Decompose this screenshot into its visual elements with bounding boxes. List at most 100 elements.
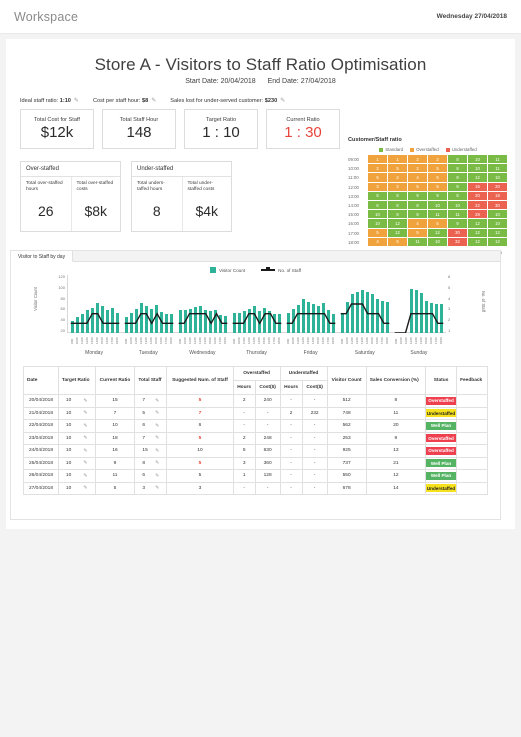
pencil-icon[interactable]: ✎ xyxy=(155,473,159,479)
chart-bar[interactable] xyxy=(105,309,110,333)
heatmap-cell[interactable]: 2 xyxy=(428,155,448,165)
chart-bar[interactable] xyxy=(286,313,291,333)
cell-total-staff[interactable]: 3 ✎ xyxy=(134,481,168,495)
cell-target-ratio[interactable]: 10 ✎ xyxy=(57,456,96,470)
heatmap-cell[interactable]: 5 xyxy=(388,237,408,247)
chart-bar[interactable] xyxy=(350,294,355,333)
chart-bar[interactable] xyxy=(385,301,390,333)
chart-bar[interactable] xyxy=(345,302,350,333)
heatmap-cell[interactable]: 5 xyxy=(368,173,388,183)
chart-bar[interactable] xyxy=(232,313,237,333)
heatmap-cell[interactable]: 1 xyxy=(388,155,408,165)
heatmap-cell[interactable]: 8 xyxy=(408,200,428,211)
heatmap-cell[interactable]: 10 xyxy=(488,173,508,183)
chart-bar[interactable] xyxy=(257,311,262,333)
heatmap-cell[interactable]: 12 xyxy=(488,237,508,247)
chart-bar[interactable] xyxy=(183,309,188,333)
heatmap-cell[interactable]: 11 xyxy=(448,210,468,220)
heatmap-cell[interactable]: 2 xyxy=(368,164,388,174)
chart-bar[interactable] xyxy=(321,303,326,333)
heatmap-cell[interactable]: 30 xyxy=(448,228,468,238)
heatmap-cell[interactable]: 4 xyxy=(408,173,428,183)
chart-bar[interactable] xyxy=(159,311,164,333)
heatmap-cell[interactable]: 12 xyxy=(468,173,488,183)
pencil-icon[interactable]: ✎ xyxy=(155,448,159,454)
heatmap-cell[interactable]: 12 xyxy=(388,228,408,238)
chart-bar[interactable] xyxy=(80,313,85,333)
heatmap-cell[interactable]: 8 xyxy=(368,191,388,201)
chart-bar[interactable] xyxy=(188,308,193,333)
cell-target-ratio[interactable]: 10 ✎ xyxy=(57,431,96,445)
chart-bar[interactable] xyxy=(306,301,311,333)
heatmap-cell[interactable]: 11 xyxy=(428,210,448,220)
heatmap-cell[interactable]: 8 xyxy=(388,210,408,220)
chart-bar[interactable] xyxy=(242,311,247,333)
chart-bar[interactable] xyxy=(262,308,267,333)
pencil-icon[interactable]: ✎ xyxy=(83,423,87,429)
pencil-icon[interactable]: ✎ xyxy=(280,97,285,104)
chart-bar[interactable] xyxy=(375,298,380,333)
pencil-icon[interactable]: ✎ xyxy=(155,423,159,429)
pencil-icon[interactable]: ✎ xyxy=(83,448,87,454)
heatmap-cell[interactable]: 22 xyxy=(468,200,488,211)
heatmap-cell[interactable]: 2 xyxy=(388,173,408,183)
heatmap-cell[interactable]: 12 xyxy=(468,237,488,247)
heatmap-cell[interactable]: 5 xyxy=(368,228,388,238)
heatmap-cell[interactable]: 2 xyxy=(408,164,428,174)
heatmap-cell[interactable]: 8 xyxy=(448,182,468,192)
heatmap-cell[interactable]: 10 xyxy=(368,219,388,229)
pencil-icon[interactable]: ✎ xyxy=(83,460,87,466)
chart-bar[interactable] xyxy=(370,294,375,333)
cell-feedback[interactable] xyxy=(456,469,488,483)
heatmap-cell[interactable]: 8 xyxy=(408,210,428,220)
chart-bar[interactable] xyxy=(291,308,296,333)
heatmap-cell[interactable]: 8 xyxy=(448,191,468,201)
heatmap-cell[interactable]: 4 xyxy=(368,237,388,247)
chart-bar[interactable] xyxy=(95,302,100,333)
chart-bar[interactable] xyxy=(365,291,370,333)
pencil-icon[interactable]: ✎ xyxy=(155,485,159,491)
heatmap-cell[interactable]: 9 xyxy=(428,191,448,201)
table-row[interactable]: 23/04/2018 10 ✎ 18 7 ✎ 5 2 248- -253 9 Overstaffed xyxy=(23,431,488,445)
chart-bar[interactable] xyxy=(144,306,149,333)
pencil-icon[interactable]: ✎ xyxy=(155,435,159,441)
chart-bar[interactable] xyxy=(178,310,183,333)
cell-target-ratio[interactable]: 10 ✎ xyxy=(57,394,96,408)
cell-feedback[interactable] xyxy=(456,444,488,458)
heatmap-cell[interactable]: 16 xyxy=(468,182,488,192)
heatmap-cell[interactable]: 8 xyxy=(448,173,468,183)
chart-bar[interactable] xyxy=(247,308,252,333)
cell-feedback[interactable] xyxy=(456,456,488,470)
chart-bar[interactable] xyxy=(252,305,257,333)
chart-bar[interactable] xyxy=(149,309,154,333)
heatmap-cell[interactable]: 12 xyxy=(428,228,448,238)
heatmap-cell[interactable]: 20 xyxy=(468,191,488,201)
cell-feedback[interactable] xyxy=(456,394,488,408)
heatmap-cell[interactable]: 10 xyxy=(368,210,388,220)
chart-bar[interactable] xyxy=(115,313,120,333)
chart-bar[interactable] xyxy=(237,313,242,333)
chart-bar[interactable] xyxy=(439,304,444,333)
heatmap-cell[interactable]: 11 xyxy=(488,155,508,165)
heatmap-cell[interactable]: 2 xyxy=(388,182,408,192)
heatmap-cell[interactable]: 12 xyxy=(468,228,488,238)
table-row[interactable]: 22/04/2018 10 ✎ 10 6 ✎ 6- - - -562 20 Well Plan xyxy=(23,419,488,433)
chart-bar[interactable] xyxy=(203,309,208,333)
heatmap-cell[interactable]: 5 xyxy=(428,164,448,174)
chart-bar[interactable] xyxy=(316,306,321,333)
pencil-icon[interactable]: ✎ xyxy=(74,97,79,104)
chart-bar[interactable] xyxy=(90,307,95,333)
cell-feedback[interactable] xyxy=(456,431,488,445)
table-row[interactable]: 25/04/2018 10 ✎ 9 8 ✎ 5 3 360- -737 21 Well Plan xyxy=(23,456,488,470)
heatmap-cell[interactable]: 11 xyxy=(408,237,428,247)
heatmap-cell[interactable]: 20 xyxy=(488,182,508,192)
chart-bar[interactable] xyxy=(129,312,134,333)
heatmap-cell[interactable]: 5 xyxy=(408,182,428,192)
heatmap-cell[interactable]: 18 xyxy=(488,191,508,201)
pencil-icon[interactable]: ✎ xyxy=(83,473,87,479)
chart-bar[interactable] xyxy=(301,298,306,333)
chart-bar[interactable] xyxy=(331,313,336,333)
chart-legend-item-1[interactable]: No. of Staff xyxy=(261,266,301,273)
heatmap-cell[interactable]: 5 xyxy=(408,228,428,238)
table-row[interactable]: 24/04/2018 10 ✎ 16 15 ✎ 10 5 630- -925 13 Overstaff… xyxy=(23,444,488,458)
